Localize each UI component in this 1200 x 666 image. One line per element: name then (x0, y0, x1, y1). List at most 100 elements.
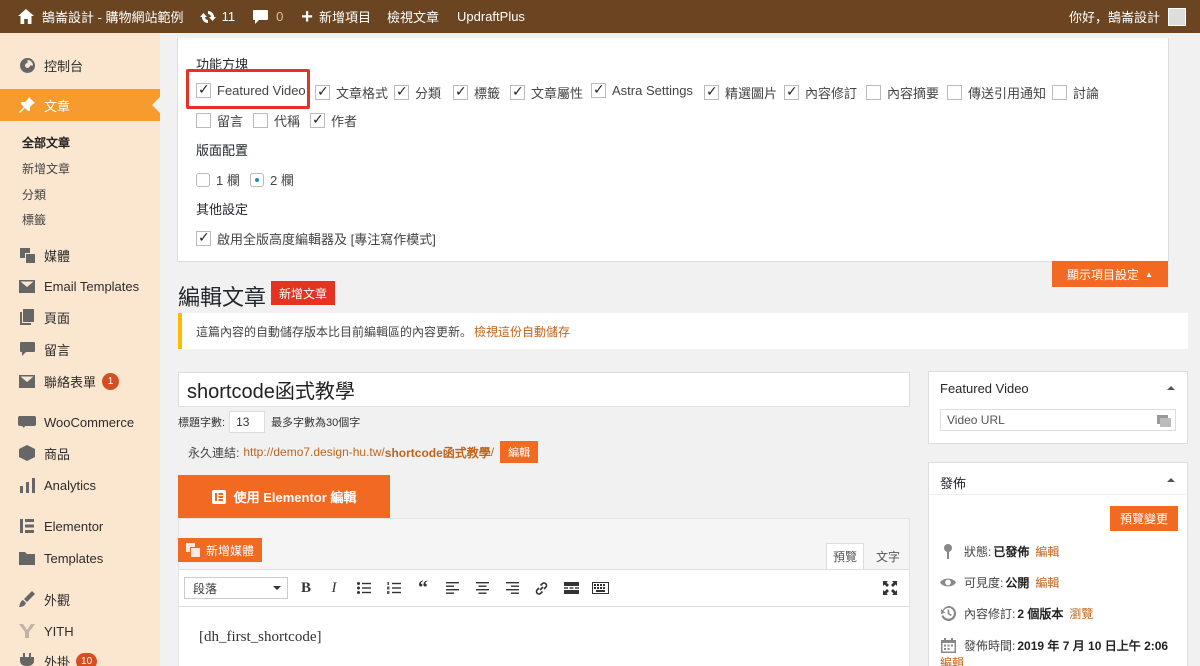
comments-link[interactable]: 0 (253, 0, 283, 33)
option-excerpt[interactable]: 內容摘要 (866, 83, 939, 102)
sidebar-item-elementor[interactable]: Elementor (0, 516, 160, 536)
option-revisions[interactable]: 內容修訂 (784, 83, 857, 102)
tab-visual[interactable]: 預覽 (826, 543, 864, 569)
sidebar-item-label: 留言 (44, 342, 71, 358)
italic-icon[interactable]: I (324, 578, 344, 598)
view-post-link[interactable]: 檢視文章 (387, 0, 439, 33)
status-edit-link[interactable]: 編輯 (1035, 543, 1059, 560)
view-autosave-link[interactable]: 檢視這份自動儲存 (474, 323, 570, 340)
checkbox[interactable] (591, 81, 606, 98)
permalink-edit-button[interactable]: 編輯 (500, 441, 539, 463)
keyboard-icon[interactable] (590, 578, 610, 598)
checkbox[interactable] (315, 83, 330, 100)
add-new-post-button[interactable]: 新增文章 (271, 281, 336, 305)
submenu-add-new[interactable]: 新增文章 (22, 160, 70, 177)
checkbox[interactable] (394, 83, 409, 100)
char-limit-text: 最多字數為30個字 (271, 417, 361, 429)
add-media-button[interactable]: 新增媒體 (178, 538, 263, 562)
bulleted-list-icon[interactable] (354, 578, 374, 598)
align-left-icon[interactable] (442, 578, 462, 598)
permalink-slug[interactable]: shortcode函式教學 (385, 444, 491, 461)
checkbox[interactable] (866, 85, 881, 100)
option-comments[interactable]: 留言 (196, 111, 243, 130)
checkbox[interactable] (784, 83, 799, 100)
option-author[interactable]: 作者 (310, 111, 357, 130)
checkbox[interactable] (196, 113, 211, 128)
sidebar-item-label: Templates (44, 550, 104, 566)
option-astra-settings[interactable]: Astra Settings (591, 81, 693, 98)
option-fullheight-editor[interactable]: 啟用全版高度編輯器及 [專注寫作模式] (196, 229, 436, 248)
published-edit-link[interactable]: 編輯 (940, 654, 964, 666)
checkbox[interactable] (947, 85, 962, 100)
option-featured-image[interactable]: 精選圖片 (704, 83, 777, 102)
option-tags[interactable]: 標籤 (453, 83, 500, 102)
option-post-attributes[interactable]: 文章屬性 (510, 83, 583, 102)
checkbox[interactable] (704, 83, 719, 100)
sidebar-item-email-templates[interactable]: Email Templates (0, 276, 160, 296)
sidebar-item-contact-form[interactable]: 聯絡表單 1 (0, 371, 160, 391)
sidebar-item-products[interactable]: 商品 (0, 443, 160, 463)
numbered-list-icon[interactable] (384, 578, 404, 598)
option-trackbacks[interactable]: 傳送引用通知 (947, 83, 1046, 102)
editor-content-area[interactable]: [dh_first_shortcode] (179, 607, 909, 666)
read-more-icon[interactable] (561, 578, 581, 598)
sidebar-item-woocommerce[interactable]: WooCommerce (0, 412, 160, 432)
option-label: 內容修訂 (805, 86, 858, 101)
format-select[interactable]: 段落 (184, 577, 288, 599)
new-content-link[interactable]: + 新增項目 (301, 0, 371, 33)
video-url-input[interactable]: Video URL (940, 409, 1176, 431)
checkbox[interactable] (453, 83, 468, 100)
sidebar-item-appearance[interactable]: 外觀 (0, 589, 160, 609)
sidebar-item-analytics[interactable]: Analytics (0, 475, 160, 495)
sidebar-item-label: Elementor (44, 518, 104, 534)
sidebar-item-dashboard[interactable]: 控制台 (0, 55, 160, 75)
account-greeting[interactable]: 你好，鵠崙設計 (1069, 7, 1160, 26)
checkbox[interactable] (1052, 85, 1067, 100)
sidebar-item-plugins[interactable]: 外掛 10 (0, 651, 160, 666)
updates-link[interactable]: 11 (199, 0, 235, 33)
edit-with-elementor-button[interactable]: 使用 Elementor 編輯 (178, 475, 390, 518)
sidebar-item-pages[interactable]: 頁面 (0, 307, 160, 327)
option-post-format[interactable]: 文章格式 (315, 83, 388, 102)
sidebar-item-comments[interactable]: 留言 (0, 339, 160, 359)
collapse-toggle-icon[interactable] (1167, 382, 1175, 390)
checkbox[interactable] (310, 111, 325, 128)
layout-two-columns[interactable]: 2 欄 (250, 170, 294, 189)
post-title-input[interactable]: shortcode函式教學 (178, 372, 910, 407)
status-row: 狀態: 已發佈 編輯 (940, 543, 1059, 560)
fullscreen-icon[interactable] (880, 578, 900, 598)
visibility-edit-link[interactable]: 編輯 (1035, 574, 1059, 591)
bold-icon[interactable]: B (296, 578, 316, 598)
align-right-icon[interactable] (502, 578, 522, 598)
checkbox[interactable] (510, 83, 525, 100)
checkbox[interactable] (253, 113, 268, 128)
submenu-tags[interactable]: 標籤 (22, 211, 46, 228)
align-center-icon[interactable] (472, 578, 492, 598)
permalink-trail[interactable]: / (491, 445, 494, 459)
checkbox[interactable] (196, 229, 211, 246)
browse-revisions-link[interactable]: 瀏覽 (1069, 605, 1093, 622)
avatar[interactable] (1168, 7, 1186, 26)
radio[interactable] (250, 172, 264, 187)
layout-one-column[interactable]: 1 欄 (196, 170, 240, 189)
screen-options-toggle-button[interactable]: 顯示項目設定 ▲ (1052, 261, 1168, 287)
collapse-toggle-icon[interactable] (1167, 474, 1175, 482)
media-icon (18, 246, 36, 264)
sidebar-item-templates[interactable]: Templates (0, 548, 160, 568)
sidebar-item-posts[interactable]: 文章 (0, 89, 160, 121)
tab-text[interactable]: 文字 (868, 543, 908, 569)
site-home-link[interactable]: 鵠崙設計 - 購物網站範例 (18, 0, 184, 33)
submenu-categories[interactable]: 分類 (22, 186, 46, 203)
link-icon[interactable] (531, 578, 551, 598)
option-categories[interactable]: 分類 (394, 83, 441, 102)
updraftplus-link[interactable]: UpdraftPlus (457, 0, 525, 33)
sidebar-item-media[interactable]: 媒體 (0, 245, 160, 265)
permalink-base[interactable]: http://demo7.design-hu.tw/ (243, 445, 384, 459)
radio[interactable] (196, 172, 210, 187)
option-discussion[interactable]: 討論 (1052, 83, 1099, 102)
submenu-all-posts[interactable]: 全部文章 (22, 134, 70, 151)
option-slug[interactable]: 代稱 (253, 111, 300, 130)
preview-changes-button[interactable]: 預覽變更 (1110, 506, 1178, 531)
sidebar-item-yith[interactable]: YITH (0, 621, 160, 641)
blockquote-icon[interactable]: “ (413, 577, 433, 599)
